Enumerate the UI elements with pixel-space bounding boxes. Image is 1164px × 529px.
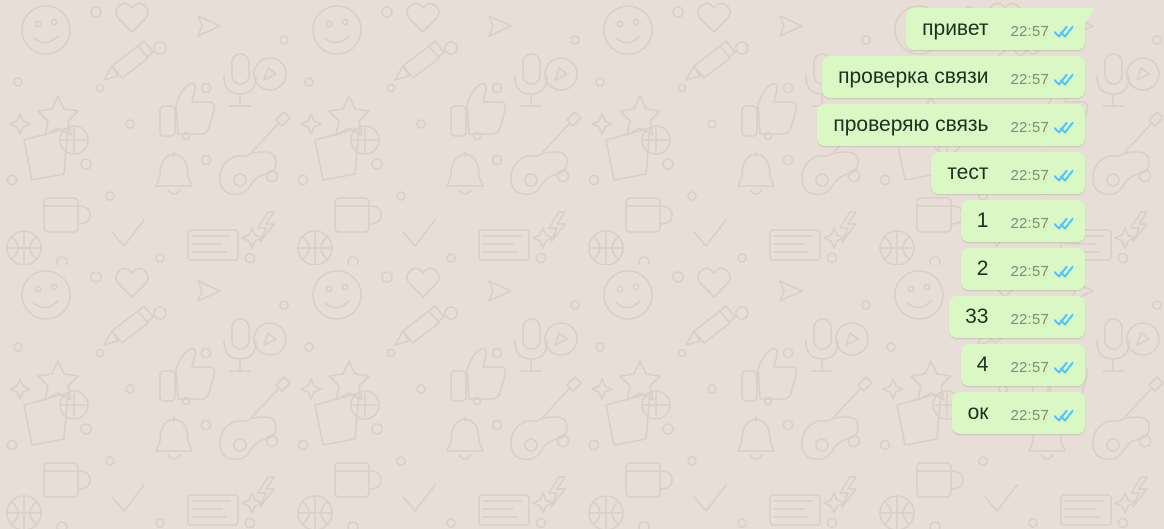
message-row: проверяю связь 22:57 <box>0 104 1085 146</box>
message-meta: 22:57 <box>1010 24 1074 41</box>
double-check-icon <box>1054 169 1074 182</box>
message-meta: 22:57 <box>1010 168 1074 185</box>
message-meta: 22:57 <box>1010 120 1074 137</box>
message-row: 4 22:57 <box>0 344 1085 386</box>
message-row: 33 22:57 <box>0 296 1085 338</box>
message-row: 1 22:57 <box>0 200 1085 242</box>
message-row: ок 22:57 <box>0 392 1085 434</box>
message-timestamp: 22:57 <box>1010 263 1049 280</box>
outgoing-message-bubble[interactable]: проверяю связь 22:57 <box>817 104 1085 146</box>
message-meta: 22:57 <box>1010 360 1074 377</box>
outgoing-message-bubble[interactable]: 2 22:57 <box>960 248 1085 290</box>
message-text: тест <box>947 161 989 184</box>
message-list[interactable]: привет 22:57 проверка связи 22:57 провер… <box>0 0 1164 529</box>
message-text: привет <box>922 17 989 40</box>
double-check-icon <box>1054 121 1074 134</box>
outgoing-message-bubble[interactable]: 4 22:57 <box>960 344 1085 386</box>
message-text: 4 <box>976 353 989 376</box>
message-timestamp: 22:57 <box>1010 407 1049 424</box>
message-timestamp: 22:57 <box>1010 71 1049 88</box>
double-check-icon <box>1054 73 1074 86</box>
message-meta: 22:57 <box>1010 264 1074 281</box>
chat-surface: привет 22:57 проверка связи 22:57 провер… <box>0 0 1164 529</box>
message-timestamp: 22:57 <box>1010 119 1049 136</box>
message-row: проверка связи 22:57 <box>0 56 1085 98</box>
outgoing-message-bubble[interactable]: 1 22:57 <box>960 200 1085 242</box>
double-check-icon <box>1054 265 1074 278</box>
message-meta: 22:57 <box>1010 72 1074 89</box>
double-check-icon <box>1054 313 1074 326</box>
message-timestamp: 22:57 <box>1010 23 1049 40</box>
double-check-icon <box>1054 409 1074 422</box>
message-row: 2 22:57 <box>0 248 1085 290</box>
message-text: проверка связи <box>838 65 989 88</box>
message-text: 2 <box>976 257 989 280</box>
message-timestamp: 22:57 <box>1010 359 1049 376</box>
message-meta: 22:57 <box>1010 216 1074 233</box>
outgoing-message-bubble[interactable]: привет 22:57 <box>906 8 1095 50</box>
message-text: проверяю связь <box>833 113 989 136</box>
outgoing-message-bubble[interactable]: тест 22:57 <box>931 152 1085 194</box>
message-row: привет 22:57 <box>0 8 1095 50</box>
double-check-icon <box>1054 361 1074 374</box>
message-text: 1 <box>976 209 989 232</box>
message-timestamp: 22:57 <box>1010 311 1049 328</box>
outgoing-message-bubble[interactable]: 33 22:57 <box>949 296 1085 338</box>
outgoing-message-bubble[interactable]: ок 22:57 <box>951 392 1085 434</box>
bubble-tail-icon <box>1085 8 1095 22</box>
message-meta: 22:57 <box>1010 408 1074 425</box>
message-text: ок <box>967 401 989 424</box>
message-timestamp: 22:57 <box>1010 215 1049 232</box>
double-check-icon <box>1054 25 1074 38</box>
outgoing-message-bubble[interactable]: проверка связи 22:57 <box>822 56 1085 98</box>
message-timestamp: 22:57 <box>1010 167 1049 184</box>
message-text: 33 <box>965 305 989 328</box>
message-meta: 22:57 <box>1010 312 1074 329</box>
double-check-icon <box>1054 217 1074 230</box>
message-row: тест 22:57 <box>0 152 1085 194</box>
